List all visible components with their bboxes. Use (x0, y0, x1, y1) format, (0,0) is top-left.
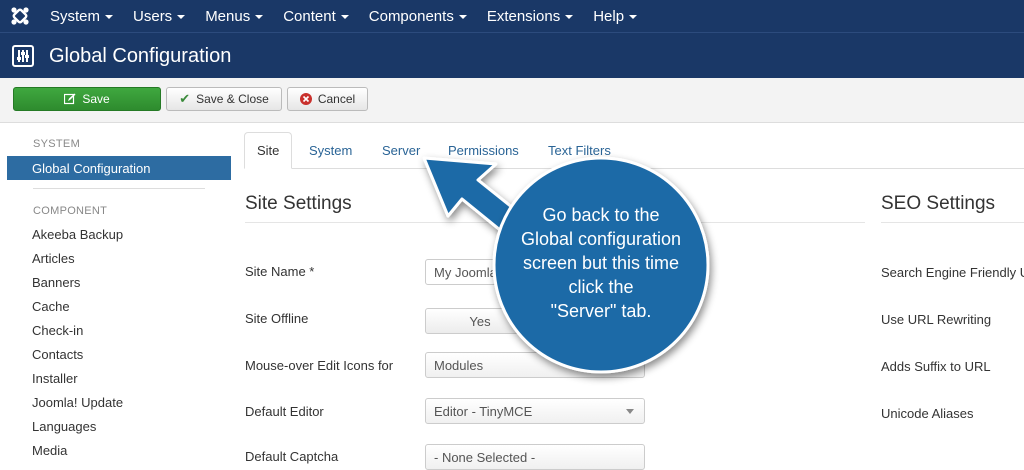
callout-line: Go back to the (542, 205, 660, 225)
callout-line: click the (568, 277, 634, 297)
callout-line: screen but this time (522, 253, 680, 273)
callout-text: Go back to the Global configuration scre… (497, 203, 705, 323)
callout-line: Global configuration (520, 229, 682, 249)
callout-line: "Server" tab. (550, 301, 652, 321)
